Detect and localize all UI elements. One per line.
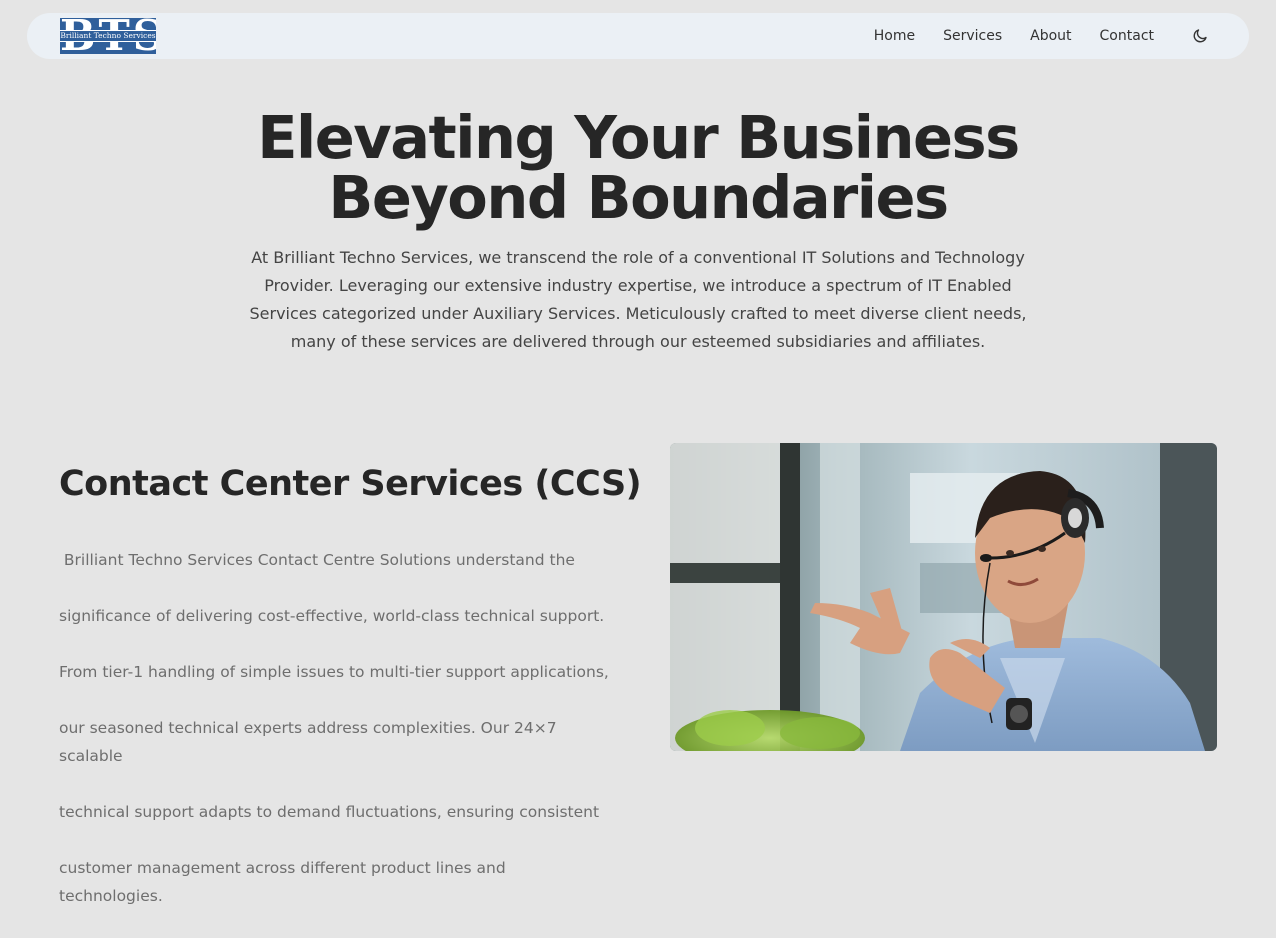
ccs-description-line-2: significance of delivering cost-effectiv… <box>59 607 605 625</box>
nav-home-link[interactable]: Home <box>874 28 915 44</box>
nav-services-link[interactable]: Services <box>943 28 1002 44</box>
bts-logo[interactable]: BTS Brilliant Techno Services <box>60 18 156 54</box>
hero-description-line-3: Services categorized under Auxiliary Ser… <box>249 304 1027 323</box>
hero-title-line-1: Elevating Your Business <box>257 103 1020 172</box>
contact-center-agent-photo <box>670 443 1217 751</box>
moon-icon <box>1193 29 1207 43</box>
ccs-description-line-3: From tier-1 handling of simple issues to… <box>59 663 609 681</box>
ccs-description-line-1: Brilliant Techno Services Contact Centre… <box>59 551 575 569</box>
ccs-description-line-6: customer management across different pro… <box>59 859 506 905</box>
nav-about-link[interactable]: About <box>1030 28 1071 44</box>
hero-title-line-2: Beyond Boundaries <box>328 163 949 232</box>
hero-description: At Brilliant Techno Services, we transce… <box>248 244 1028 356</box>
navbar: BTS Brilliant Techno Services Home Servi… <box>27 13 1249 59</box>
theme-toggle-button[interactable] <box>1190 26 1210 46</box>
hero-description-line-2: Provider. Leveraging our extensive indus… <box>264 276 1012 295</box>
nav-contact-link[interactable]: Contact <box>1100 28 1154 44</box>
hero-description-line-1: At Brilliant Techno Services, we transce… <box>251 248 1025 267</box>
ccs-description-line-5: technical support adapts to demand fluct… <box>59 803 600 821</box>
logo-subtitle: Brilliant Techno Services <box>60 31 156 40</box>
hero-title: Elevating Your Business Beyond Boundarie… <box>0 108 1276 228</box>
hero-description-line-4: many of these services are delivered thr… <box>290 332 986 351</box>
ccs-section-title: Contact Center Services (CCS) <box>59 464 642 504</box>
nav-links: Home Services About Contact <box>874 13 1249 59</box>
agent-illustration <box>670 443 1217 751</box>
ccs-description-line-4: our seasoned technical experts address c… <box>59 719 557 765</box>
ccs-description: Brilliant Techno Services Contact Centre… <box>59 518 614 938</box>
